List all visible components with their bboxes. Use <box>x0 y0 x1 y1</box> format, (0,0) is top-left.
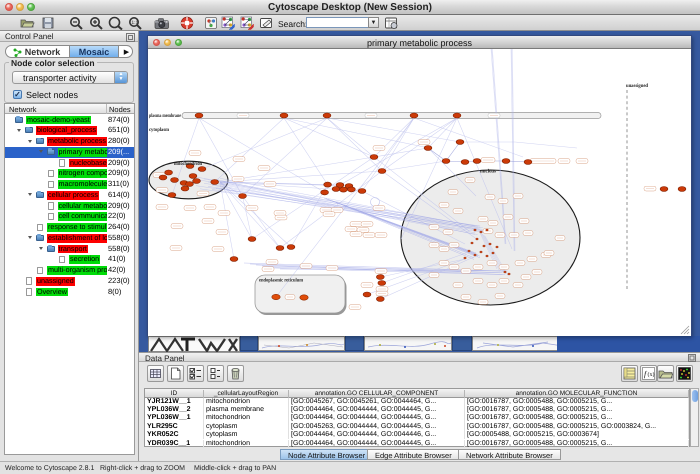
svg-text:1:1: 1:1 <box>131 20 138 26</box>
svg-text:mitochondrion: mitochondrion <box>174 161 202 167</box>
svg-text:plasma membrane: plasma membrane <box>149 113 182 119</box>
svg-text:nucleus: nucleus <box>480 169 496 175</box>
svg-text:cytoplasm: cytoplasm <box>149 127 170 133</box>
svg-text:(x): (x) <box>648 371 655 378</box>
svg-text:endoplasmic reticulum: endoplasmic reticulum <box>259 278 304 284</box>
svg-text:unassigned: unassigned <box>626 83 648 89</box>
